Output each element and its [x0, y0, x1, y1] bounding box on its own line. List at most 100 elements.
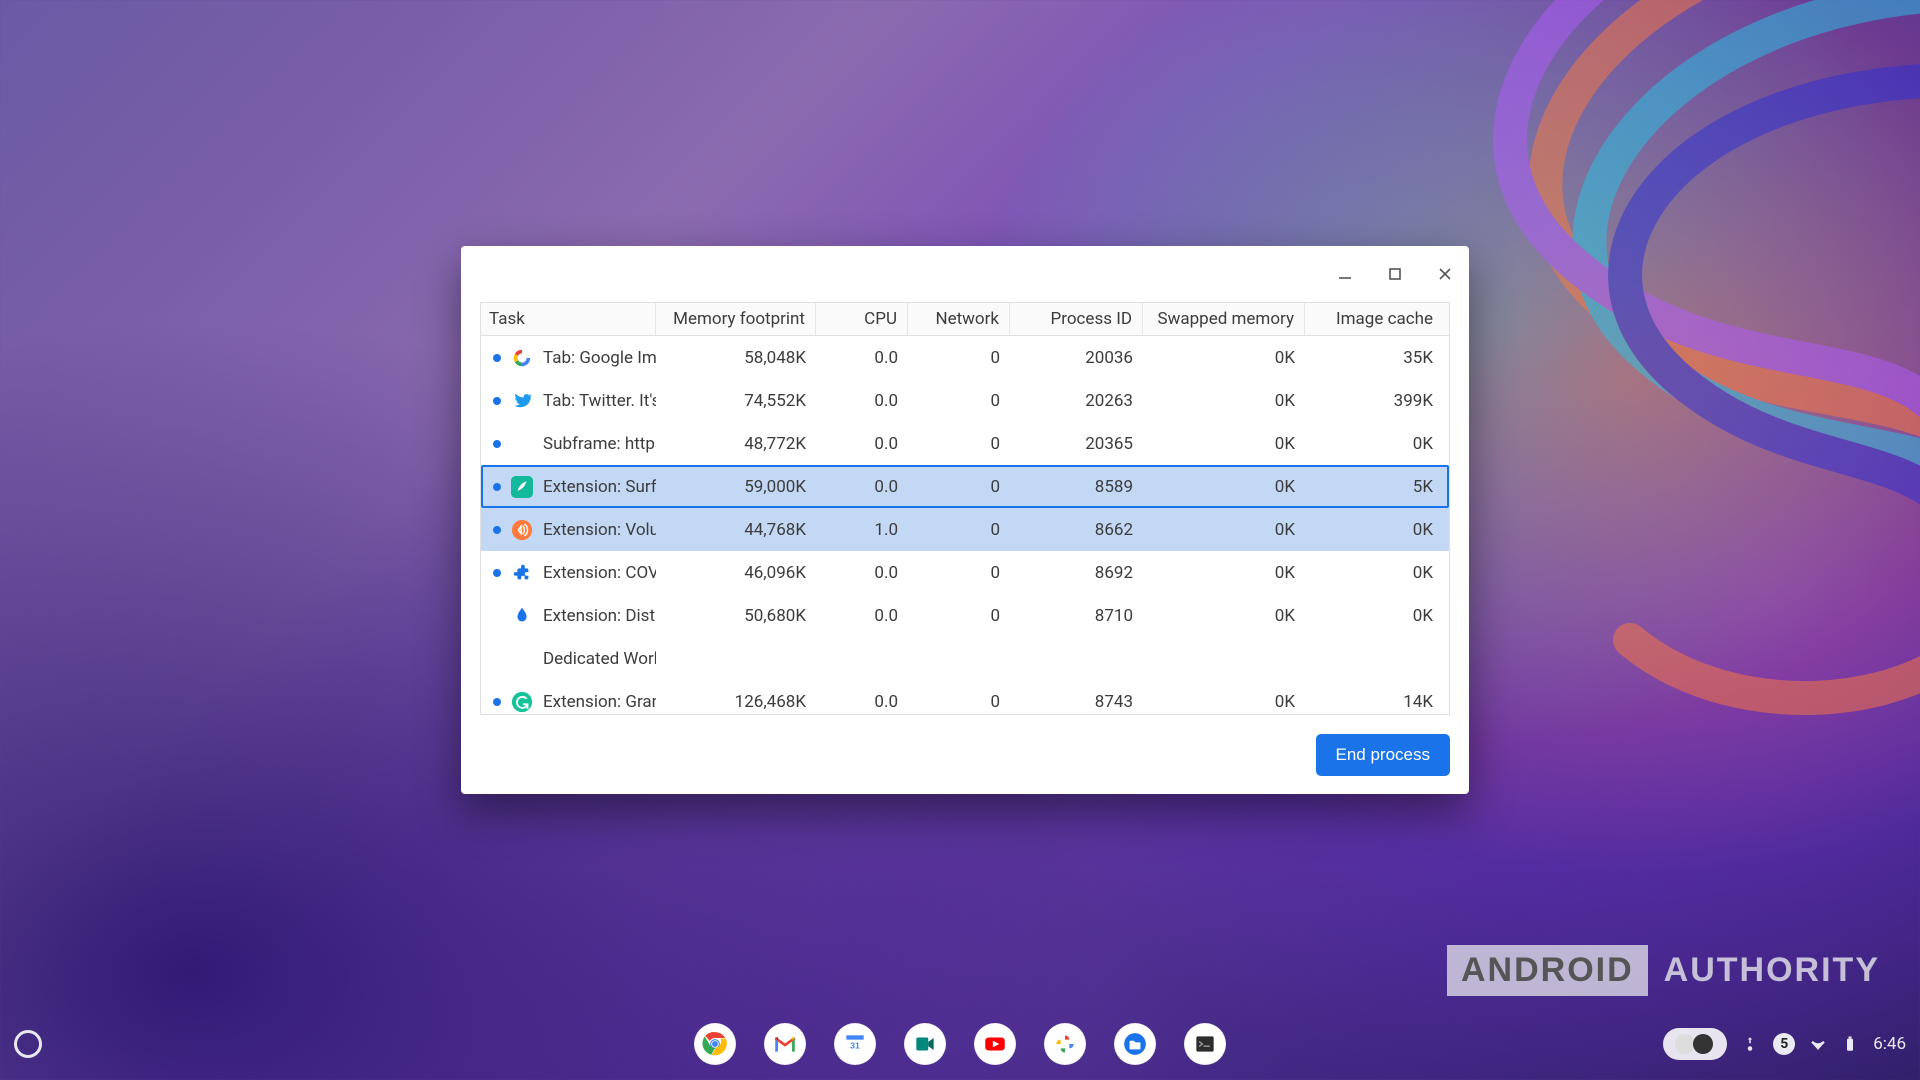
task-cell: Subframe: https: [481, 433, 656, 455]
table-row[interactable]: Tab: Google Ima58,048K0.00200360K35K: [481, 336, 1449, 379]
cell-swap: 0K: [1143, 391, 1305, 411]
watermark-boxed: ANDROID: [1447, 945, 1648, 996]
photos-icon[interactable]: [1044, 1023, 1086, 1065]
cell-network: 0: [908, 606, 1010, 626]
table-row[interactable]: Extension: Gram126,468K0.0087430K14K: [481, 680, 1449, 714]
cell-imgcache: 399K: [1305, 391, 1443, 411]
cell-cpu: 0.0: [816, 692, 908, 712]
terminal-icon[interactable]: [1184, 1023, 1226, 1065]
col-pid[interactable]: Process ID: [1010, 303, 1143, 335]
volume-icon: [511, 519, 533, 541]
col-cpu[interactable]: CPU: [816, 303, 908, 335]
col-task[interactable]: Task: [481, 303, 656, 335]
cell-swap: 0K: [1143, 606, 1305, 626]
cell-memory: 59,000K: [656, 477, 816, 497]
cell-swap: 0K: [1143, 477, 1305, 497]
cell-cpu: 1.0: [816, 520, 908, 540]
cell-memory: 50,680K: [656, 606, 816, 626]
maximize-button[interactable]: [1381, 260, 1409, 288]
process-dot: [493, 526, 501, 534]
notifications-badge[interactable]: 5: [1773, 1033, 1795, 1055]
cell-imgcache: 0K: [1305, 563, 1443, 583]
col-imgcache[interactable]: Image cache: [1305, 303, 1443, 335]
cell-network: 0: [908, 434, 1010, 454]
calendar-icon[interactable]: 31: [834, 1023, 876, 1065]
cell-pid: 8710: [1010, 606, 1143, 626]
shelf: 31 5 6:46: [0, 1008, 1920, 1080]
launcher-button[interactable]: [14, 1030, 42, 1058]
cell-pid: 8743: [1010, 692, 1143, 712]
twitter-icon: [511, 390, 533, 412]
table-row[interactable]: Extension: COVI46,096K0.0086920K0K: [481, 551, 1449, 594]
cell-imgcache: 14K: [1305, 692, 1443, 712]
gmail-icon[interactable]: [764, 1023, 806, 1065]
cell-swap: 0K: [1143, 348, 1305, 368]
system-tray[interactable]: 5 6:46: [1663, 1028, 1906, 1060]
cell-pid: 20263: [1010, 391, 1143, 411]
updates-icon[interactable]: [1741, 1035, 1759, 1053]
wifi-icon[interactable]: [1809, 1035, 1827, 1053]
cell-memory: 44,768K: [656, 520, 816, 540]
task-label: Extension: Disti: [543, 606, 656, 626]
cell-network: 0: [908, 692, 1010, 712]
clock[interactable]: 6:46: [1873, 1034, 1906, 1054]
youtube-icon[interactable]: [974, 1023, 1016, 1065]
cell-swap: 0K: [1143, 563, 1305, 583]
battery-icon[interactable]: [1841, 1035, 1859, 1053]
cell-memory: 74,552K: [656, 391, 816, 411]
cell-imgcache: 5K: [1305, 477, 1443, 497]
process-dot: [493, 440, 501, 448]
process-dot: [493, 354, 501, 362]
task-label: Tab: Google Ima: [543, 348, 656, 368]
table-row[interactable]: Extension: Volu44,768K1.0086620K0K: [481, 508, 1449, 551]
svg-text:31: 31: [850, 1040, 860, 1050]
cell-imgcache: 0K: [1305, 520, 1443, 540]
close-button[interactable]: [1431, 260, 1459, 288]
task-cell: Extension: Volu: [481, 519, 656, 541]
cell-network: 0: [908, 391, 1010, 411]
task-table: Task Memory footprint CPU Network Proces…: [480, 302, 1450, 715]
cell-pid: 8662: [1010, 520, 1143, 540]
table-row[interactable]: Dedicated Worke: [481, 637, 1449, 680]
cell-swap: 0K: [1143, 692, 1305, 712]
cell-network: 0: [908, 348, 1010, 368]
cell-memory: 48,772K: [656, 434, 816, 454]
tray-avatars[interactable]: [1663, 1028, 1727, 1060]
table-row[interactable]: Tab: Twitter. It's74,552K0.00202630K399K: [481, 379, 1449, 422]
task-cell: Extension: COVI: [481, 562, 656, 584]
minimize-button[interactable]: [1331, 260, 1359, 288]
cell-cpu: 0.0: [816, 391, 908, 411]
task-label: Extension: Surfs: [543, 477, 656, 497]
cell-cpu: 0.0: [816, 477, 908, 497]
task-cell: Tab: Twitter. It's: [481, 390, 656, 412]
meet-icon[interactable]: [904, 1023, 946, 1065]
surf-icon: [511, 476, 533, 498]
cell-imgcache: 0K: [1305, 606, 1443, 626]
cell-pid: 20365: [1010, 434, 1143, 454]
task-cell: Tab: Google Ima: [481, 347, 656, 369]
files-icon[interactable]: [1114, 1023, 1156, 1065]
end-process-button[interactable]: End process: [1316, 734, 1451, 776]
chrome-icon[interactable]: [694, 1023, 736, 1065]
cell-pid: 8589: [1010, 477, 1143, 497]
cell-memory: 126,468K: [656, 692, 816, 712]
task-cell: Extension: Disti: [481, 605, 656, 627]
col-network[interactable]: Network: [908, 303, 1010, 335]
process-dot: [493, 698, 501, 706]
task-cell: Extension: Surfs: [481, 476, 656, 498]
cell-swap: 0K: [1143, 520, 1305, 540]
col-memory[interactable]: Memory footprint: [656, 303, 816, 335]
table-row[interactable]: Subframe: https48,772K0.00203650K0K: [481, 422, 1449, 465]
puzzle-icon: [511, 562, 533, 584]
cell-pid: 20036: [1010, 348, 1143, 368]
process-dot: [493, 569, 501, 577]
no-icon: [511, 648, 533, 670]
task-label: Dedicated Worke: [543, 649, 656, 669]
table-row[interactable]: Extension: Surfs59,000K0.0085890K5K: [481, 465, 1449, 508]
task-label: Subframe: https: [543, 434, 656, 454]
cell-cpu: 0.0: [816, 434, 908, 454]
task-label: Tab: Twitter. It's: [543, 391, 656, 411]
cell-cpu: 0.0: [816, 606, 908, 626]
table-row[interactable]: Extension: Disti50,680K0.0087100K0K: [481, 594, 1449, 637]
col-swapped[interactable]: Swapped memory: [1143, 303, 1305, 335]
